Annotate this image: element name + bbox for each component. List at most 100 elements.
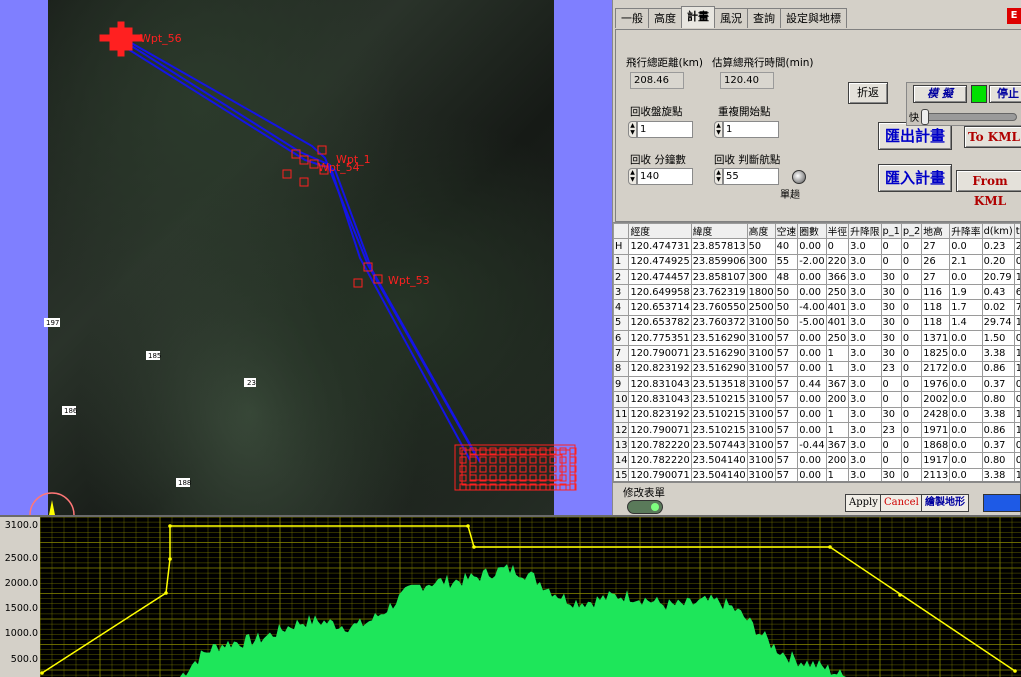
- profile-plot[interactable]: [40, 517, 1021, 677]
- from-kml-button[interactable]: From KML: [956, 170, 1021, 208]
- table-cell[interactable]: 0.37: [981, 375, 1015, 393]
- table-cell[interactable]: 120.831043: [628, 375, 692, 393]
- table-cell[interactable]: 120.775351: [628, 330, 692, 347]
- table-cell[interactable]: 0: [900, 452, 923, 469]
- table-cell[interactable]: 2500: [746, 299, 776, 316]
- import-plan-button[interactable]: 匯入計畫: [878, 164, 952, 192]
- table-cell[interactable]: 5: [613, 314, 630, 332]
- stepper-arrows-icon[interactable]: ▲ ▼: [714, 121, 723, 138]
- table-row[interactable]: 12 120.790071 23.510215 3100 57 0.00 1 3.0 23 0 19…: [613, 421, 1020, 439]
- table-cell[interactable]: 0.00: [797, 391, 827, 408]
- table-cell[interactable]: 30: [880, 345, 902, 362]
- table-cell[interactable]: 0: [900, 360, 923, 377]
- table-cell[interactable]: 23: [880, 360, 902, 377]
- table-row[interactable]: 2 120.474457 23.858107 300 48 0.00 366 3.0 30 0 27…: [613, 268, 1020, 286]
- table-cell[interactable]: 1.9: [1013, 467, 1020, 481]
- table-cell[interactable]: 57: [774, 375, 799, 393]
- table-cell[interactable]: 0.0: [949, 467, 983, 481]
- table-cell[interactable]: 0.5: [1013, 391, 1020, 408]
- table-cell[interactable]: 0.9: [1013, 330, 1020, 347]
- table-cell[interactable]: 3100: [746, 360, 776, 377]
- recover-minutes-stepper[interactable]: ▲ ▼ 140: [628, 168, 693, 185]
- table-cell[interactable]: 2.0: [1013, 238, 1020, 255]
- export-plan-button[interactable]: 匯出計畫: [878, 122, 952, 150]
- table-cell[interactable]: -5.00: [797, 314, 827, 332]
- close-button[interactable]: E: [1007, 8, 1021, 24]
- table-cell[interactable]: 23.760550: [690, 299, 748, 316]
- table-cell[interactable]: 57: [774, 360, 799, 377]
- table-cell[interactable]: 23.510215: [690, 391, 748, 408]
- table-cell[interactable]: 3100: [746, 437, 776, 454]
- table-cell[interactable]: 3.0: [848, 284, 882, 301]
- table-cell[interactable]: 2.1: [949, 253, 983, 270]
- table-row[interactable]: 9 120.831043 23.513518 3100 57 0.44 367 3.0 0 0 19…: [613, 375, 1020, 393]
- table-cell[interactable]: 3.0: [848, 238, 882, 255]
- table-cell[interactable]: 120.649958: [628, 284, 692, 301]
- table-row[interactable]: 14 120.782220 23.504140 3100 57 0.00 200 3.0 0 0 1…: [613, 452, 1020, 469]
- stop-button[interactable]: 停止: [989, 85, 1021, 103]
- recover-judge-input[interactable]: 55: [723, 168, 779, 185]
- table-cell[interactable]: 0.80: [981, 391, 1015, 408]
- table-cell[interactable]: 0: [825, 238, 850, 255]
- table-cell[interactable]: 3.38: [981, 406, 1015, 423]
- table-cell[interactable]: 4: [613, 299, 630, 316]
- table-cell[interactable]: 118: [921, 314, 951, 332]
- recover-minutes-input[interactable]: 140: [637, 168, 693, 185]
- table-cell[interactable]: 29.74: [981, 314, 1015, 332]
- table-body[interactable]: H 120.474731 23.857813 50 40 0.00 0 3.0 0 0 27 0.0 0…: [613, 238, 1020, 481]
- table-cell[interactable]: 57: [774, 406, 799, 423]
- table-cell[interactable]: 3.0: [848, 406, 882, 423]
- table-cell[interactable]: 57: [774, 467, 799, 481]
- table-cell[interactable]: 3.0: [848, 452, 882, 469]
- table-cell[interactable]: 120.831043: [628, 391, 692, 408]
- table-cell[interactable]: 0.00: [797, 330, 827, 347]
- repeat-start-input[interactable]: 1: [723, 121, 779, 138]
- table-cell[interactable]: 8: [613, 360, 630, 377]
- table-cell[interactable]: 120.782220: [628, 437, 692, 454]
- table-cell[interactable]: 12: [613, 421, 630, 439]
- apply-button[interactable]: Apply: [845, 494, 882, 512]
- table-cell[interactable]: 57: [774, 437, 799, 454]
- table-cell[interactable]: 3.0: [848, 421, 882, 439]
- table-cell[interactable]: 366: [825, 268, 850, 286]
- table-cell[interactable]: 57: [774, 421, 799, 439]
- table-cell[interactable]: 367: [825, 375, 850, 393]
- tab-wind[interactable]: 風況: [714, 8, 748, 28]
- stepper-arrows-icon[interactable]: ▲ ▼: [714, 168, 723, 185]
- table-cell[interactable]: 250: [825, 284, 850, 301]
- table-cell[interactable]: 0.2: [1013, 375, 1020, 393]
- table-cell[interactable]: 30: [880, 314, 902, 332]
- table-cell[interactable]: 0.0: [949, 330, 983, 347]
- table-cell[interactable]: 3100: [746, 452, 776, 469]
- map-view[interactable]: Wpt_56 Wpt_1 Wpt_54 Wpt_53 197 185 186 2…: [0, 0, 612, 515]
- table-cell[interactable]: 1.9: [1013, 345, 1020, 362]
- table-cell[interactable]: 23.507443: [690, 437, 748, 454]
- table-cell[interactable]: 15: [613, 467, 630, 481]
- table-cell[interactable]: 300: [746, 268, 776, 286]
- table-cell[interactable]: 0.1: [1013, 253, 1020, 270]
- table-cell[interactable]: 50: [774, 314, 799, 332]
- table-cell[interactable]: 23.516290: [690, 345, 748, 362]
- table-cell[interactable]: 1.1: [1013, 421, 1020, 439]
- table-cell[interactable]: 367: [825, 437, 850, 454]
- table-cell[interactable]: 401: [825, 299, 850, 316]
- table-cell[interactable]: 0.86: [981, 360, 1015, 377]
- table-cell[interactable]: 1.4: [949, 314, 983, 332]
- table-cell[interactable]: 1917: [921, 452, 951, 469]
- table-cell[interactable]: 0: [900, 314, 923, 332]
- table-cell[interactable]: 11: [613, 406, 630, 423]
- table-cell[interactable]: 3.0: [848, 375, 882, 393]
- table-cell[interactable]: 120.823192: [628, 360, 692, 377]
- table-row[interactable]: 13 120.782220 23.507443 3100 57 -0.44 367 3.0 0 0…: [613, 437, 1020, 454]
- table-cell[interactable]: 0: [900, 268, 923, 286]
- table-cell[interactable]: 0.00: [797, 452, 827, 469]
- table-cell[interactable]: 3.0: [848, 467, 882, 481]
- table-cell[interactable]: 0: [880, 437, 902, 454]
- table-cell[interactable]: 0.00: [797, 360, 827, 377]
- table-cell[interactable]: 401: [825, 314, 850, 332]
- table-cell[interactable]: 0.43: [981, 284, 1015, 301]
- table-cell[interactable]: 118: [921, 299, 951, 316]
- table-row[interactable]: 10 120.831043 23.510215 3100 57 0.00 200 3.0 0 0 2…: [613, 391, 1020, 408]
- tab-settings-landmarks[interactable]: 設定與地標: [780, 8, 847, 28]
- speed-slider[interactable]: [921, 113, 1017, 121]
